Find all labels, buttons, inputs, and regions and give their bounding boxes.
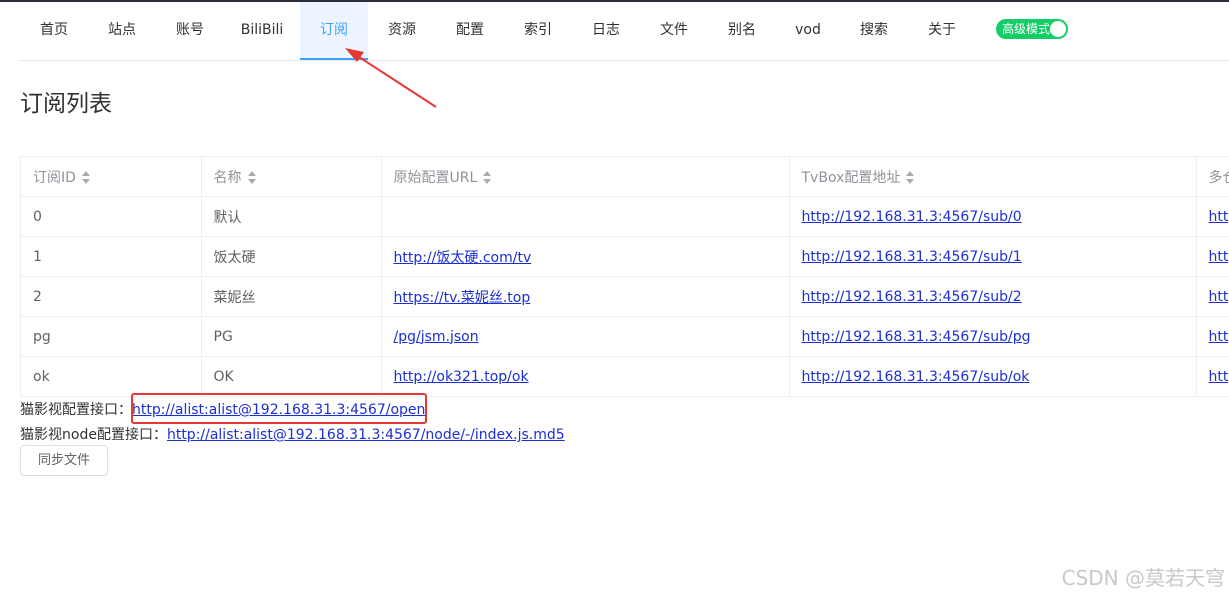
annotation-arrow-icon — [345, 48, 437, 108]
watermark: CSDN @莫若天穹 — [1061, 566, 1225, 590]
